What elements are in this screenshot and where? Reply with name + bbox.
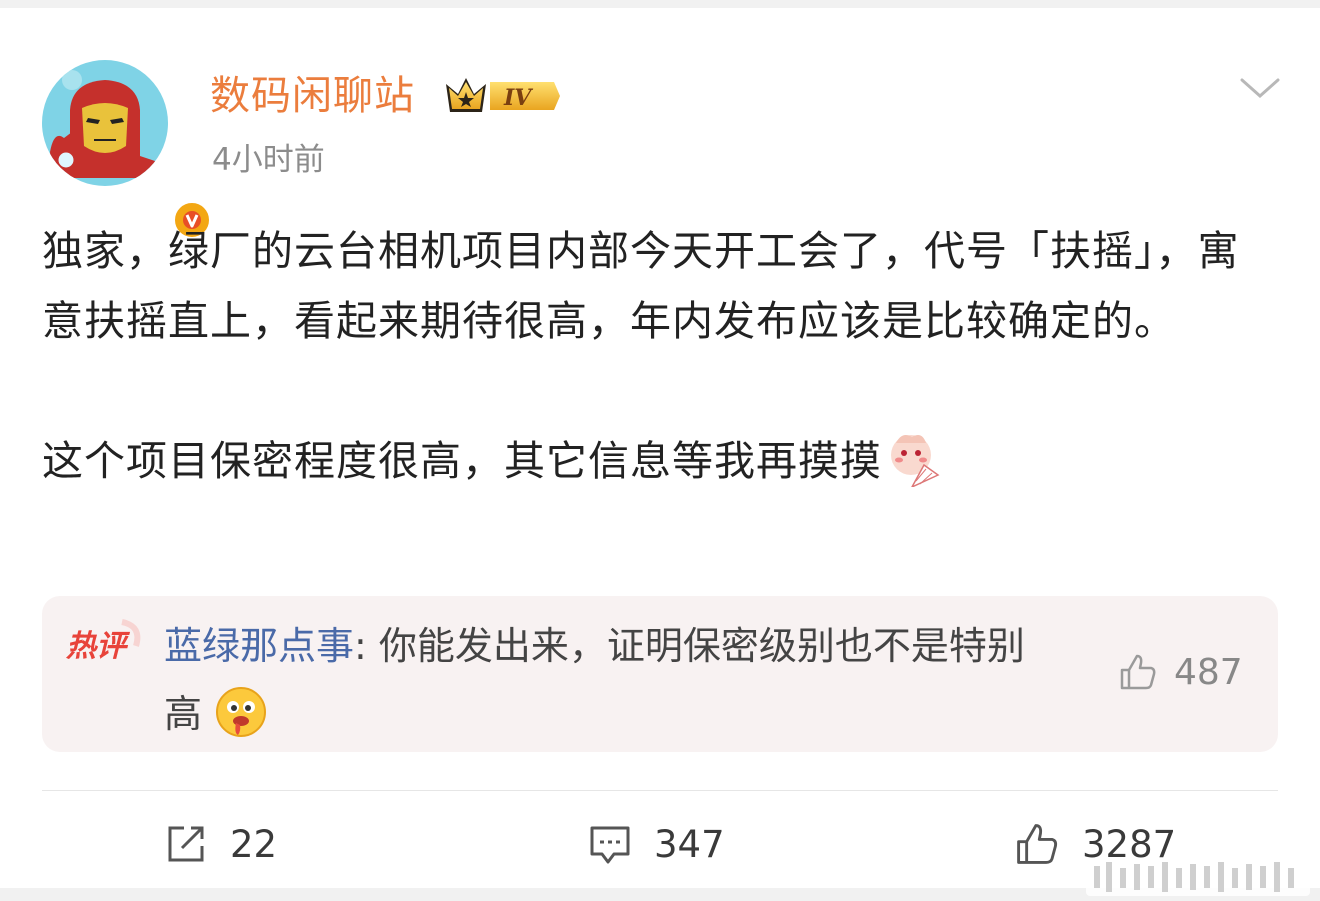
ironman-avatar [42, 60, 168, 186]
vip-level-text: IV [503, 85, 533, 111]
chevron-down-icon[interactable] [1236, 68, 1284, 108]
hot-comment-tag: 热评 [66, 619, 141, 664]
post-timestamp[interactable]: 4小时前 [212, 140, 325, 180]
comment-button[interactable]: 347 [588, 816, 725, 872]
post-paragraph-2: 这个项目保密程度很高，其它信息等我再摸摸 [42, 426, 1278, 496]
action-divider [42, 790, 1278, 791]
comment-count: 347 [654, 822, 725, 866]
thumbs-up-icon [1120, 654, 1156, 690]
repost-count: 22 [230, 822, 278, 866]
crown-vip-icon[interactable]: IV [444, 74, 562, 118]
hot-tag-text: 热评 [66, 629, 131, 664]
username[interactable]: 数码闲聊站 [210, 72, 415, 120]
fan-emoji-icon [891, 435, 940, 487]
repost-icon [168, 826, 204, 862]
comment-author[interactable]: 蓝绿那点事 [164, 624, 354, 668]
watermark-overlay [1086, 858, 1310, 896]
hot-comment-text: 蓝绿那点事: 你能发出来，证明保密级别也不是特别高 [164, 612, 1044, 748]
hot-comment[interactable]: 热评 蓝绿那点事: 你能发出来，证明保密级别也不是特别高 487 [42, 596, 1278, 752]
comment-like-button[interactable]: 487 [1118, 648, 1243, 696]
post-paragraph-2-text: 这个项目保密程度很高，其它信息等我再摸摸 [42, 437, 882, 485]
comment-icon [590, 826, 630, 864]
post-paragraph-1: 独家，绿厂的云台相机项目内部今天开工会了，代号「扶摇」，寓意扶摇直上，看起来期待… [42, 227, 1240, 345]
thumbs-up-icon [1017, 824, 1058, 864]
repost-button[interactable]: 22 [164, 816, 277, 872]
post-body: 独家，绿厂的云台相机项目内部今天开工会了，代号「扶摇」，寓意扶摇直上，看起来期待… [42, 216, 1278, 496]
weibo-post-card: 数码闲聊站 IV 4小时前 独家，绿厂的云台相机项目内部今天开工会了，代号「扶摇… [0, 8, 1320, 896]
drool-emoji-icon [216, 687, 267, 737]
comment-like-count: 487 [1174, 651, 1243, 693]
user-avatar[interactable] [42, 60, 212, 240]
